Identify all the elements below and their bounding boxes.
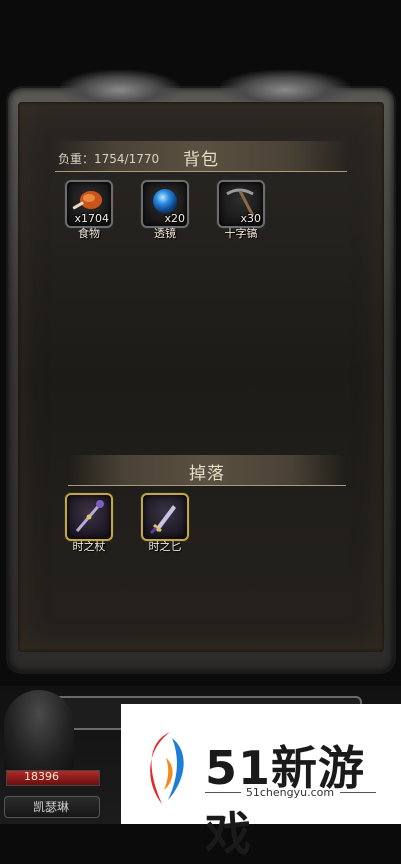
staff-icon bbox=[75, 500, 104, 532]
item-slot-lens[interactable]: x20 bbox=[141, 180, 189, 228]
drops-header: 掉落 bbox=[68, 455, 346, 486]
weight-label: 负重：1754/1770 bbox=[58, 152, 160, 166]
item-name: 食物 bbox=[78, 227, 100, 240]
hero-hp-value: 18396 bbox=[24, 770, 59, 783]
item-slot-pickaxe[interactable]: x30 bbox=[217, 180, 265, 228]
drop-slot-staff[interactable] bbox=[65, 493, 113, 541]
hero-name: 凯瑟琳 bbox=[32, 800, 69, 814]
drop-name: 时之匕 bbox=[148, 540, 182, 553]
item-name: 十字镐 bbox=[224, 227, 258, 240]
item-name: 透镜 bbox=[154, 227, 176, 240]
item-qty: x1704 bbox=[74, 212, 109, 225]
drop-slot-dagger[interactable] bbox=[141, 493, 189, 541]
brand-logo-icon bbox=[150, 732, 184, 804]
drops-title: 掉落 bbox=[189, 464, 225, 484]
watermark-domain: 51chengyu.com bbox=[245, 786, 335, 799]
item-slot-food[interactable]: x1704 bbox=[65, 180, 113, 228]
dagger-icon bbox=[149, 505, 176, 535]
item-qty: x20 bbox=[164, 212, 185, 225]
item-qty: x30 bbox=[240, 212, 261, 225]
drop-name: 时之杖 bbox=[72, 540, 106, 553]
hero-portrait[interactable] bbox=[4, 690, 74, 770]
